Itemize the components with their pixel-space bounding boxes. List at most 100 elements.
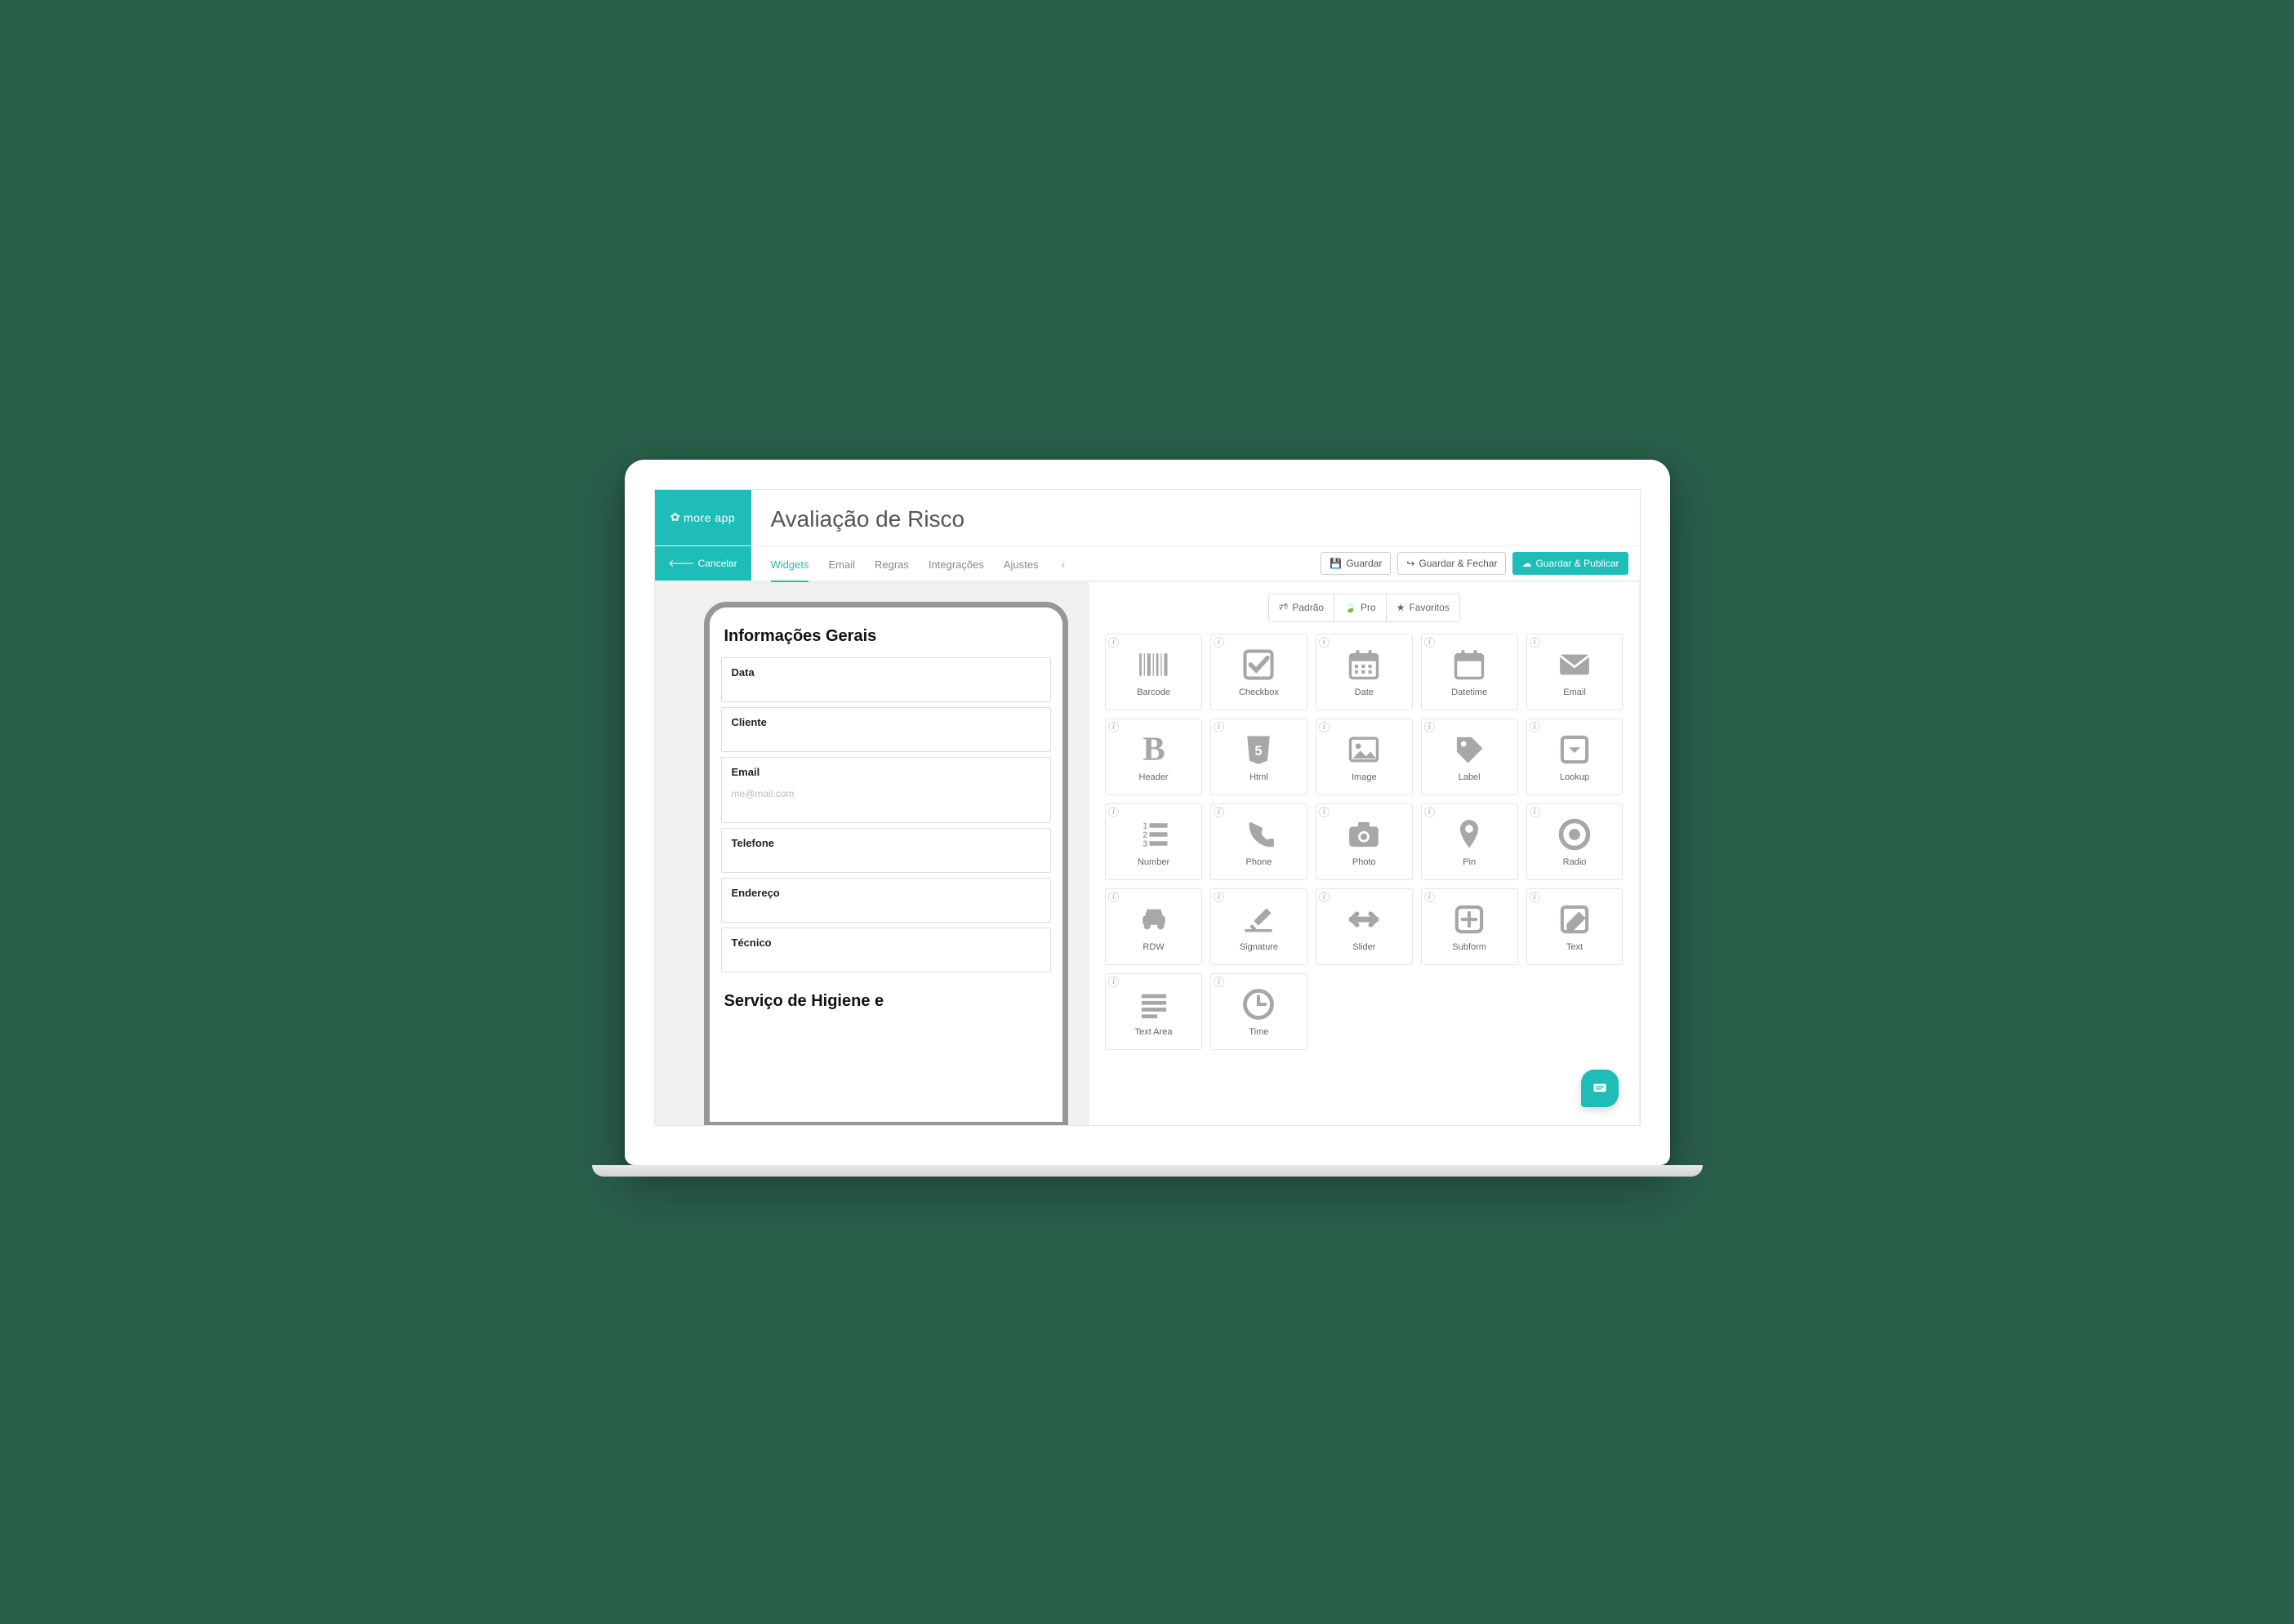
filter-pro[interactable]: 🍃Pro	[1334, 594, 1387, 621]
save-label: Guardar	[1346, 558, 1382, 569]
cloud-upload-icon: ☁	[1521, 558, 1531, 569]
field-placeholder: me@mail.com	[732, 788, 1041, 799]
info-icon[interactable]: i	[1530, 722, 1540, 732]
chat-fab[interactable]	[1581, 1070, 1619, 1107]
textarea-icon	[1136, 986, 1172, 1022]
info-icon[interactable]: i	[1530, 807, 1540, 817]
info-icon[interactable]: i	[1214, 977, 1224, 987]
field-email[interactable]: Email me@mail.com	[721, 757, 1052, 823]
field-data[interactable]: Data	[721, 657, 1052, 702]
widget-tile-date[interactable]: i Date	[1316, 634, 1413, 710]
widget-filter-group: 🕫Padrão 🍃Pro ★Favoritos	[1268, 594, 1460, 622]
tab-integracoes[interactable]: Integrações	[929, 547, 984, 582]
widget-tile-image[interactable]: i Image	[1316, 719, 1413, 795]
widget-tile-time[interactable]: i Time	[1210, 973, 1307, 1050]
info-icon[interactable]: i	[1424, 892, 1435, 902]
widget-tile-phone[interactable]: i Phone	[1210, 803, 1307, 880]
widget-tile-datetime[interactable]: i Datetime	[1421, 634, 1518, 710]
info-icon[interactable]: i	[1319, 807, 1330, 817]
widget-tile-label: Date	[1355, 687, 1374, 697]
info-icon[interactable]: i	[1108, 892, 1119, 902]
widget-tile-label: Subform	[1452, 942, 1486, 952]
save-publish-button[interactable]: ☁ Guardar & Publicar	[1512, 552, 1628, 575]
app-screen: ✿ more app Avaliação de Risco 🡐 Cancelar…	[654, 489, 1641, 1126]
info-icon[interactable]: i	[1424, 637, 1435, 647]
field-telefone[interactable]: Telefone	[721, 828, 1052, 873]
widget-tile-label: RDW	[1143, 942, 1164, 952]
tab-more-chevron-icon[interactable]: ‹	[1058, 546, 1068, 581]
widget-tile-label: Image	[1352, 772, 1377, 782]
info-icon[interactable]: i	[1530, 892, 1540, 902]
widget-tile-label: Datetime	[1451, 687, 1487, 697]
widget-tile-pin[interactable]: i Pin	[1421, 803, 1518, 880]
filter-pro-label: Pro	[1361, 602, 1376, 613]
field-label: Cliente	[732, 716, 1041, 728]
widget-tile-lookup[interactable]: iLookup	[1526, 719, 1624, 795]
slider-icon	[1346, 901, 1382, 937]
brand-logo[interactable]: ✿ more app	[655, 490, 751, 545]
chat-icon	[1591, 1079, 1609, 1097]
star-icon: ★	[1396, 602, 1405, 613]
cancel-button[interactable]: 🡐 Cancelar	[655, 546, 751, 581]
widget-tile-slider[interactable]: i Slider	[1316, 888, 1413, 965]
info-icon[interactable]: i	[1108, 637, 1119, 647]
widget-tile-rdw[interactable]: i RDW	[1105, 888, 1202, 965]
save-publish-label: Guardar & Publicar	[1535, 558, 1619, 569]
info-icon[interactable]: i	[1108, 807, 1119, 817]
tab-regras[interactable]: Regras	[875, 547, 909, 582]
section-title-1: Informações Gerais	[724, 627, 1049, 646]
widget-tile-barcode[interactable]: iBarcode	[1105, 634, 1202, 710]
info-icon[interactable]: i	[1108, 722, 1119, 732]
widget-tile-textarea[interactable]: iText Area	[1105, 973, 1202, 1050]
info-icon[interactable]: i	[1214, 807, 1224, 817]
widget-filter-row: 🕫Padrão 🍃Pro ★Favoritos	[1105, 594, 1623, 622]
filter-padrao[interactable]: 🕫Padrão	[1269, 594, 1334, 621]
widget-tile-text[interactable]: iText	[1526, 888, 1624, 965]
widget-tile-label: Slider	[1352, 942, 1375, 952]
field-tecnico[interactable]: Técnico	[721, 928, 1052, 972]
widget-tile-label: Phone	[1246, 857, 1272, 867]
info-icon[interactable]: i	[1319, 722, 1330, 732]
info-icon[interactable]: i	[1214, 892, 1224, 902]
info-icon[interactable]: i	[1214, 722, 1224, 732]
widget-tile-label: Time	[1249, 1027, 1268, 1037]
field-endereco[interactable]: Endereço	[721, 878, 1052, 923]
filter-favoritos[interactable]: ★Favoritos	[1387, 594, 1459, 621]
widget-tile-label: Pin	[1463, 857, 1476, 867]
widget-tile-photo[interactable]: iPhoto	[1316, 803, 1413, 880]
header-icon	[1136, 732, 1172, 768]
widget-tile-radio[interactable]: i Radio	[1526, 803, 1624, 880]
field-label: Telefone	[732, 837, 1041, 849]
field-cliente[interactable]: Cliente	[721, 707, 1052, 752]
field-label: Endereço	[732, 887, 1041, 899]
laptop-frame: ✿ more app Avaliação de Risco 🡐 Cancelar…	[625, 460, 1670, 1165]
info-icon[interactable]: i	[1108, 977, 1119, 987]
widget-tile-label: Radio	[1563, 857, 1587, 867]
widget-tile-html[interactable]: iHtml	[1210, 719, 1307, 795]
info-icon[interactable]: i	[1319, 637, 1330, 647]
cancel-label: Cancelar	[698, 558, 737, 569]
widget-tile-checkbox[interactable]: iCheckbox	[1210, 634, 1307, 710]
info-icon[interactable]: i	[1424, 722, 1435, 732]
filter-padrao-label: Padrão	[1292, 602, 1324, 613]
tab-email[interactable]: Email	[828, 547, 855, 582]
save-button[interactable]: 💾 Guardar	[1321, 552, 1391, 575]
info-icon[interactable]: i	[1319, 892, 1330, 902]
tab-ajustes[interactable]: Ajustes	[1004, 547, 1039, 582]
info-icon[interactable]: i	[1530, 637, 1540, 647]
label-icon	[1451, 732, 1487, 768]
widget-tile-label[interactable]: iLabel	[1421, 719, 1518, 795]
top-bar: ✿ more app Avaliação de Risco	[655, 490, 1640, 546]
info-icon[interactable]: i	[1424, 807, 1435, 817]
widget-tile-email[interactable]: iEmail	[1526, 634, 1624, 710]
arrow-left-icon: 🡐	[668, 557, 694, 569]
widget-tile-header[interactable]: iHeader	[1105, 719, 1202, 795]
widget-tile-subform[interactable]: i Subform	[1421, 888, 1518, 965]
tab-widgets[interactable]: Widgets	[771, 547, 809, 582]
save-close-button[interactable]: ↪ Guardar & Fechar	[1397, 552, 1506, 575]
widget-tile-signature[interactable]: iSignature	[1210, 888, 1307, 965]
preview-column: Informações Gerais Data Cliente Email me…	[655, 582, 1089, 1126]
info-icon[interactable]: i	[1214, 637, 1224, 647]
widget-tile-number[interactable]: iNumber	[1105, 803, 1202, 880]
datetime-icon	[1451, 647, 1487, 683]
